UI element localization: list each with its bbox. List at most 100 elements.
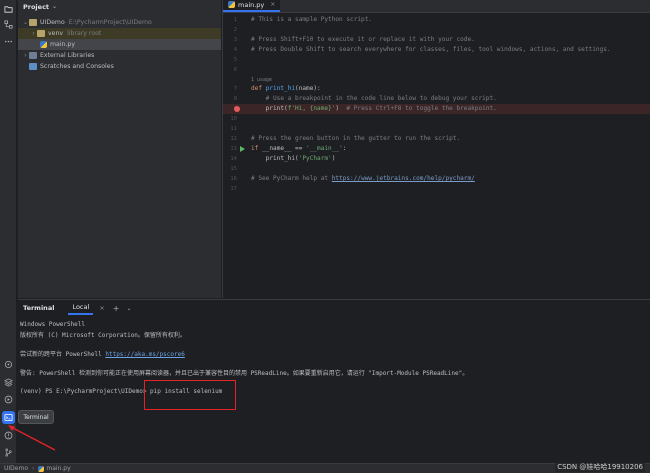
code-text: __name__ == — [262, 145, 307, 152]
tool-window-strip — [0, 0, 17, 463]
code-line-9: print(f'Hi, {name}') # Press Ctrl+F8 to … — [251, 104, 497, 114]
line-number: 4 — [233, 47, 237, 53]
line-number: 14 — [230, 156, 237, 162]
red-annotation-box — [144, 380, 236, 410]
line-number: 3 — [233, 37, 237, 43]
line-number: 6 — [233, 67, 237, 73]
more-tools-icon[interactable] — [2, 35, 15, 48]
folder-icon — [29, 19, 37, 26]
code-comment: # See PyCharm help at — [251, 175, 332, 182]
tree-item-scratches[interactable]: Scratches and Consoles — [18, 61, 221, 72]
code-line-14: print_hi('PyCharm') — [251, 154, 336, 164]
terminal-line: 尝试新的跨平台 PowerShell https://aka.ms/pscore… — [20, 349, 185, 358]
add-tab-icon[interactable]: + — [113, 304, 120, 313]
tree-item-label: External Libraries — [40, 52, 95, 59]
code-line-12: # Press the green button in the gutter t… — [251, 135, 461, 142]
line-number: 5 — [233, 57, 237, 63]
tree-item-path: E:\PycharmProject\UIDemo — [68, 19, 152, 26]
code-text: : — [342, 145, 347, 152]
tree-item-venv[interactable]: › venv library root — [18, 28, 221, 39]
line-number: 8 — [233, 96, 237, 102]
project-panel-title: Project — [23, 2, 50, 11]
line-number: 15 — [230, 166, 237, 172]
line-number: 1 — [233, 17, 237, 23]
line-number: 11 — [230, 126, 237, 132]
line-number: 12 — [230, 136, 237, 142]
keyword: if — [251, 145, 263, 152]
python-packages-icon[interactable] — [2, 358, 15, 371]
tree-item-label: UIDemo — [40, 19, 65, 26]
breakpoint-icon[interactable] — [234, 106, 240, 112]
chevron-right-icon[interactable]: › — [22, 52, 29, 59]
chevron-down-icon[interactable]: ⌄ — [126, 305, 131, 312]
code-line-13: if __name__ == '__main__': — [251, 144, 346, 154]
project-tool-folder-icon[interactable] — [2, 3, 15, 16]
line-number: 16 — [230, 176, 237, 182]
tree-item-label: venv — [48, 30, 64, 37]
line-number-gutter[interactable]: 1 2 3 4 5 6 7 8 9 10 11 12 13 14 15 16 1… — [223, 14, 245, 298]
close-icon[interactable]: × — [270, 1, 275, 8]
code-line-3: # Press Shift+F10 to execute it or repla… — [251, 36, 475, 43]
tree-item-label: Scratches and Consoles — [40, 63, 114, 70]
code-line-16: # See PyCharm help at https://www.jetbra… — [251, 174, 475, 184]
line-number: 17 — [230, 186, 237, 192]
scratches-icon — [29, 63, 37, 70]
tree-item-label: main.py — [50, 41, 76, 48]
tree-item-uidemo[interactable]: ⌄ UIDemo E:\PycharmProject\UIDemo — [18, 17, 221, 28]
run-gutter-icon[interactable] — [240, 146, 245, 152]
line-number: 7 — [233, 86, 237, 92]
breadcrumb-separator: › — [32, 465, 35, 472]
breadcrumb-project[interactable]: UIDemo — [4, 465, 28, 472]
code-text: (name): — [295, 85, 321, 92]
terminal-line: Windows PowerShell — [20, 321, 86, 328]
structure-icon[interactable] — [2, 18, 15, 31]
code-area[interactable]: # This is a sample Python script. # Pres… — [251, 14, 650, 298]
red-annotation-arrow-icon — [8, 425, 56, 451]
code-editor: main.py × 1 2 3 4 5 6 7 8 9 10 11 12 13 … — [222, 0, 650, 298]
close-icon[interactable]: × — [99, 304, 104, 312]
watermark: CSDN @娃哈哈19910206 — [555, 462, 645, 472]
status-bar: UIDemo › main.py — [0, 463, 650, 473]
code-text: print( — [251, 105, 288, 112]
project-panel: Project ⌄ ⌄ UIDemo E:\PycharmProject\UID… — [18, 0, 221, 298]
tree-item-main-py[interactable]: main.py — [18, 39, 221, 50]
code-line-4: # Press Double Shift to search everywher… — [251, 46, 611, 53]
project-panel-header[interactable]: Project ⌄ — [18, 0, 221, 13]
code-text: ) — [335, 105, 347, 112]
chevron-down-icon[interactable]: ⌄ — [52, 3, 57, 10]
tree-item-hint: library root — [67, 30, 102, 37]
string-literal: '__main__' — [306, 145, 343, 152]
terminal-panel: Terminal Local × + ⌄ Windows PowerShell … — [18, 299, 650, 463]
code-comment: # Press Ctrl+F8 to toggle the breakpoint… — [346, 105, 497, 112]
terminal-text: 尝试新的跨平台 PowerShell — [20, 351, 106, 358]
tab-main-py[interactable]: main.py × — [223, 0, 281, 12]
terminal-line: 版权所有 (C) Microsoft Corporation。保留所有权利。 — [20, 332, 186, 339]
tab-label: main.py — [238, 0, 265, 9]
code-text: ) — [331, 155, 336, 162]
chevron-right-icon[interactable]: › — [30, 30, 37, 37]
help-link[interactable]: https://www.jetbrains.com/help/pycharm/ — [332, 175, 475, 182]
run-tool-icon[interactable] — [2, 393, 15, 406]
folder-icon — [37, 30, 45, 37]
line-number: 10 — [230, 116, 237, 122]
library-icon — [29, 52, 37, 59]
breadcrumb-file[interactable]: main.py — [46, 465, 70, 472]
terminal-tab-bar: Terminal Local × + ⌄ — [18, 300, 650, 316]
code-line-8: # Use a breakpoint in the code line belo… — [251, 95, 497, 102]
code-text: print_hi( — [251, 155, 299, 162]
tab-label: Local — [72, 303, 90, 311]
usage-hint[interactable]: 1 usage — [251, 77, 272, 83]
code-line-7: def print_hi(name): — [251, 84, 321, 94]
line-number: 2 — [233, 27, 237, 33]
tab-local[interactable]: Local — [68, 301, 94, 315]
fstring: f'Hi, {name}' — [287, 105, 336, 112]
chevron-down-icon[interactable]: ⌄ — [22, 19, 29, 26]
python-file-icon — [228, 1, 235, 8]
line-number: 13 — [230, 146, 237, 152]
layers-icon[interactable] — [2, 376, 15, 389]
pscore-link[interactable]: https://aka.ms/pscore6 — [105, 351, 184, 358]
string-literal: 'PyCharm' — [298, 155, 332, 162]
tree-item-external-libraries[interactable]: › External Libraries — [18, 50, 221, 61]
python-file-icon — [38, 465, 45, 472]
terminal-line: 警告: PowerShell 检测到你可能正在使用屏幕阅读器，并且已出于兼容性目… — [20, 370, 469, 377]
